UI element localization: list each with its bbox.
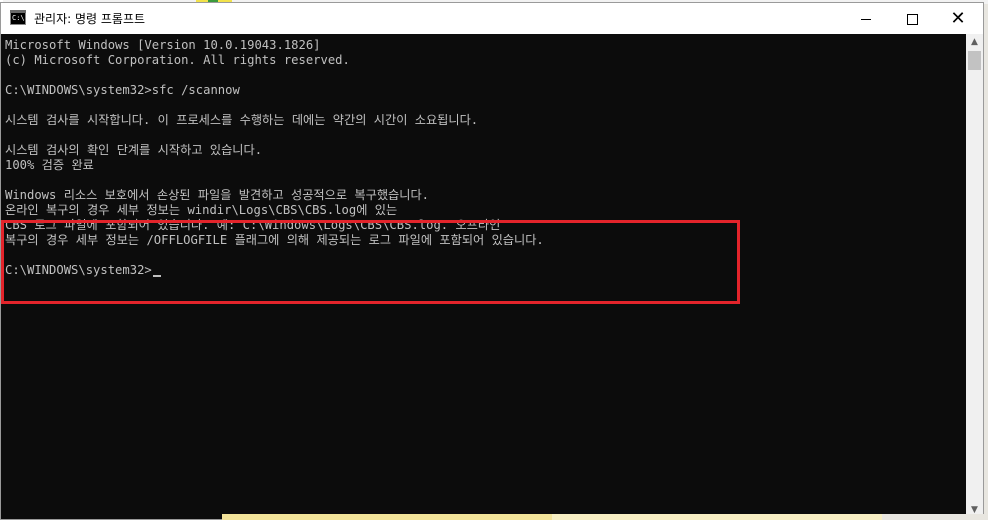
console-line: C:\WINDOWS\system32>sfc /scannow xyxy=(5,83,240,97)
highlight-annotation-box xyxy=(1,220,740,304)
console-line: 시스템 검사를 시작합니다. 이 프로세스를 수행하는 데에는 약간의 시간이 … xyxy=(5,113,479,127)
command-prompt-window: C:\ 관리자: 명령 프롬프트 ✕ Microsoft Windows [Ve… xyxy=(0,2,984,520)
close-button[interactable]: ✕ xyxy=(935,3,981,34)
console-line: (c) Microsoft Corporation. All rights re… xyxy=(5,53,350,67)
taskbar-item xyxy=(882,514,988,520)
console-line: 온라인 복구의 경우 세부 정보는 windir\Logs\CBS\CBS.lo… xyxy=(5,203,398,217)
vertical-scrollbar[interactable]: ▲ ▼ xyxy=(966,34,983,519)
window-title: 관리자: 명령 프롬프트 xyxy=(34,12,146,26)
cmd-app-icon[interactable]: C:\ xyxy=(10,10,26,25)
maximize-icon xyxy=(906,14,918,25)
minimize-button[interactable] xyxy=(843,3,889,34)
chevron-up-icon: ▲ xyxy=(971,37,978,47)
console-line: 시스템 검사의 확인 단계를 시작하고 있습니다. xyxy=(5,143,263,157)
console-line: Windows 리소스 보호에서 손상된 파일을 발견하고 성공적으로 복구했습… xyxy=(5,188,430,202)
scrollbar-thumb[interactable] xyxy=(968,51,981,70)
close-icon: ✕ xyxy=(950,8,966,29)
scroll-up-button[interactable]: ▲ xyxy=(966,34,983,51)
console-line: 100% 검증 완료 xyxy=(5,158,94,172)
taskbar-item xyxy=(222,514,552,520)
taskbar-item xyxy=(552,514,882,520)
title-bar[interactable]: C:\ 관리자: 명령 프롬프트 ✕ xyxy=(1,3,983,34)
console-line: Microsoft Windows [Version 10.0.19043.18… xyxy=(5,38,321,52)
maximize-button[interactable] xyxy=(889,3,935,34)
minimize-icon xyxy=(861,19,871,20)
console-output[interactable]: Microsoft Windows [Version 10.0.19043.18… xyxy=(1,34,966,519)
